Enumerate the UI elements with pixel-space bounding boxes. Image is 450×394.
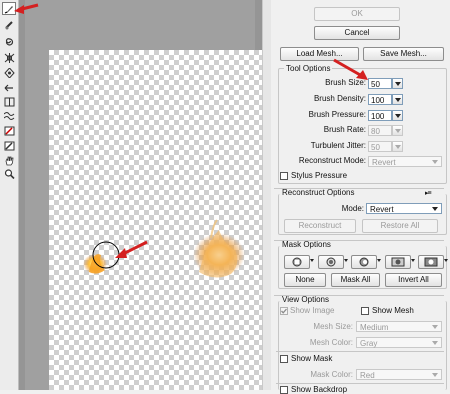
show-mask-label: Show Mask [291,354,333,363]
mirror-icon [4,97,15,107]
brush-density-field[interactable]: 100 [368,94,392,105]
mesh-color-select[interactable]: Gray [356,337,442,348]
document-preview[interactable] [49,50,262,390]
hand-tool[interactable] [2,154,16,167]
annotation-arrow-toolbar [14,3,39,14]
flame-artwork [83,219,245,278]
brush-pressure-field[interactable]: 100 [368,110,392,121]
invert-selection-button[interactable] [418,255,444,269]
zoom-tool[interactable] [2,167,16,180]
subtract-selection-chevron-icon[interactable] [377,259,381,262]
mesh-size-select[interactable]: Medium [356,321,442,332]
pucker-tool[interactable] [2,51,16,64]
brush-density-dropdown[interactable] [392,94,403,105]
brush-size-dropdown[interactable] [392,78,403,89]
add-to-selection-chevron-icon[interactable] [344,259,348,262]
save-mesh-button[interactable]: Save Mesh... [363,47,444,61]
turbulent-jitter-label: Turbulent Jitter: [310,141,366,150]
show-image-label: Show Image [290,306,335,315]
none-button[interactable]: None [284,273,326,287]
turbulence-icon [4,112,15,120]
mode-label: Mode: [341,204,364,213]
reconstruct-icon [5,21,13,30]
bloat-tool[interactable] [2,66,16,79]
reconstruct-mode-select[interactable]: Revert [368,156,442,167]
show-backdrop-checkbox[interactable] [280,386,288,394]
freeze-mask-tool[interactable] [2,124,16,137]
reconstruct-mode-label: Reconstruct Mode: [298,156,366,165]
canvas-scrollbar[interactable] [262,0,271,390]
annotation-arrow-brush-size [333,58,368,80]
replace-selection-icon [292,257,302,267]
liquify-toolbar [0,0,19,390]
intersect-selection-icon [391,257,405,267]
show-image-checkbox[interactable] [280,307,288,315]
intersect-selection-button[interactable] [385,255,411,269]
brush-rate-label: Brush Rate: [323,125,366,134]
replace-selection-button[interactable] [284,255,310,269]
preview-canvas[interactable] [14,0,270,390]
twirl-icon [5,38,14,46]
view-inner-divider [276,351,444,352]
mirror-tool[interactable] [2,95,16,108]
reconstruct-button[interactable]: Reconstruct [284,219,356,233]
replace-selection-chevron-icon[interactable] [310,259,314,262]
invert-all-button[interactable]: Invert All [385,273,442,287]
brush-pressure-label: Brush Pressure: [308,110,366,119]
stylus-pressure-label: Stylus Pressure [291,171,348,180]
cancel-button[interactable]: Cancel [314,26,400,40]
checkmark-icon [281,308,287,314]
invert-selection-icon [424,257,438,267]
intersect-selection-chevron-icon[interactable] [411,259,415,262]
brush-rate-dropdown[interactable] [392,125,403,136]
turbulent-jitter-field[interactable]: 50 [368,141,392,152]
mask-color-label: Mask Color: [310,370,353,379]
brush-pressure-dropdown[interactable] [392,110,403,121]
freeze-mask-icon [4,126,15,136]
twirl-tool[interactable] [2,35,16,48]
show-mask-checkbox[interactable] [280,355,288,363]
show-mesh-checkbox[interactable] [361,307,369,315]
turbulent-jitter-dropdown[interactable] [392,141,403,152]
zoom-icon [4,169,15,179]
restore-all-button[interactable]: Restore All [362,219,438,233]
mesh-size-label: Mesh Size: [313,322,353,331]
mask-color-select[interactable]: Red [356,369,442,380]
tool-options-title: Tool Options [284,64,333,73]
thaw-mask-icon [4,141,15,151]
stylus-pressure-checkbox[interactable] [280,172,288,180]
invert-selection-chevron-icon[interactable] [444,259,448,262]
pucker-icon [4,53,15,63]
show-mesh-label: Show Mesh [372,306,414,315]
push-left-tool[interactable] [2,81,16,94]
mask-all-button[interactable]: Mask All [331,273,380,287]
add-to-selection-icon [326,257,336,267]
mode-select[interactable]: Revert [366,203,442,214]
turbulence-tool[interactable] [2,109,16,122]
mesh-color-label: Mesh Color: [309,338,353,347]
subtract-selection-icon [359,257,369,267]
hand-icon [5,156,14,166]
ok-button[interactable]: OK [314,7,400,21]
subtract-selection-button[interactable] [351,255,377,269]
bloat-icon [4,68,15,78]
brush-rate-field[interactable]: 80 [368,125,392,136]
thaw-mask-tool[interactable] [2,139,16,152]
add-to-selection-button[interactable] [318,255,344,269]
push-left-icon [4,84,13,92]
brush-density-label: Brush Density: [313,94,366,103]
backdrop-divider [276,383,444,384]
